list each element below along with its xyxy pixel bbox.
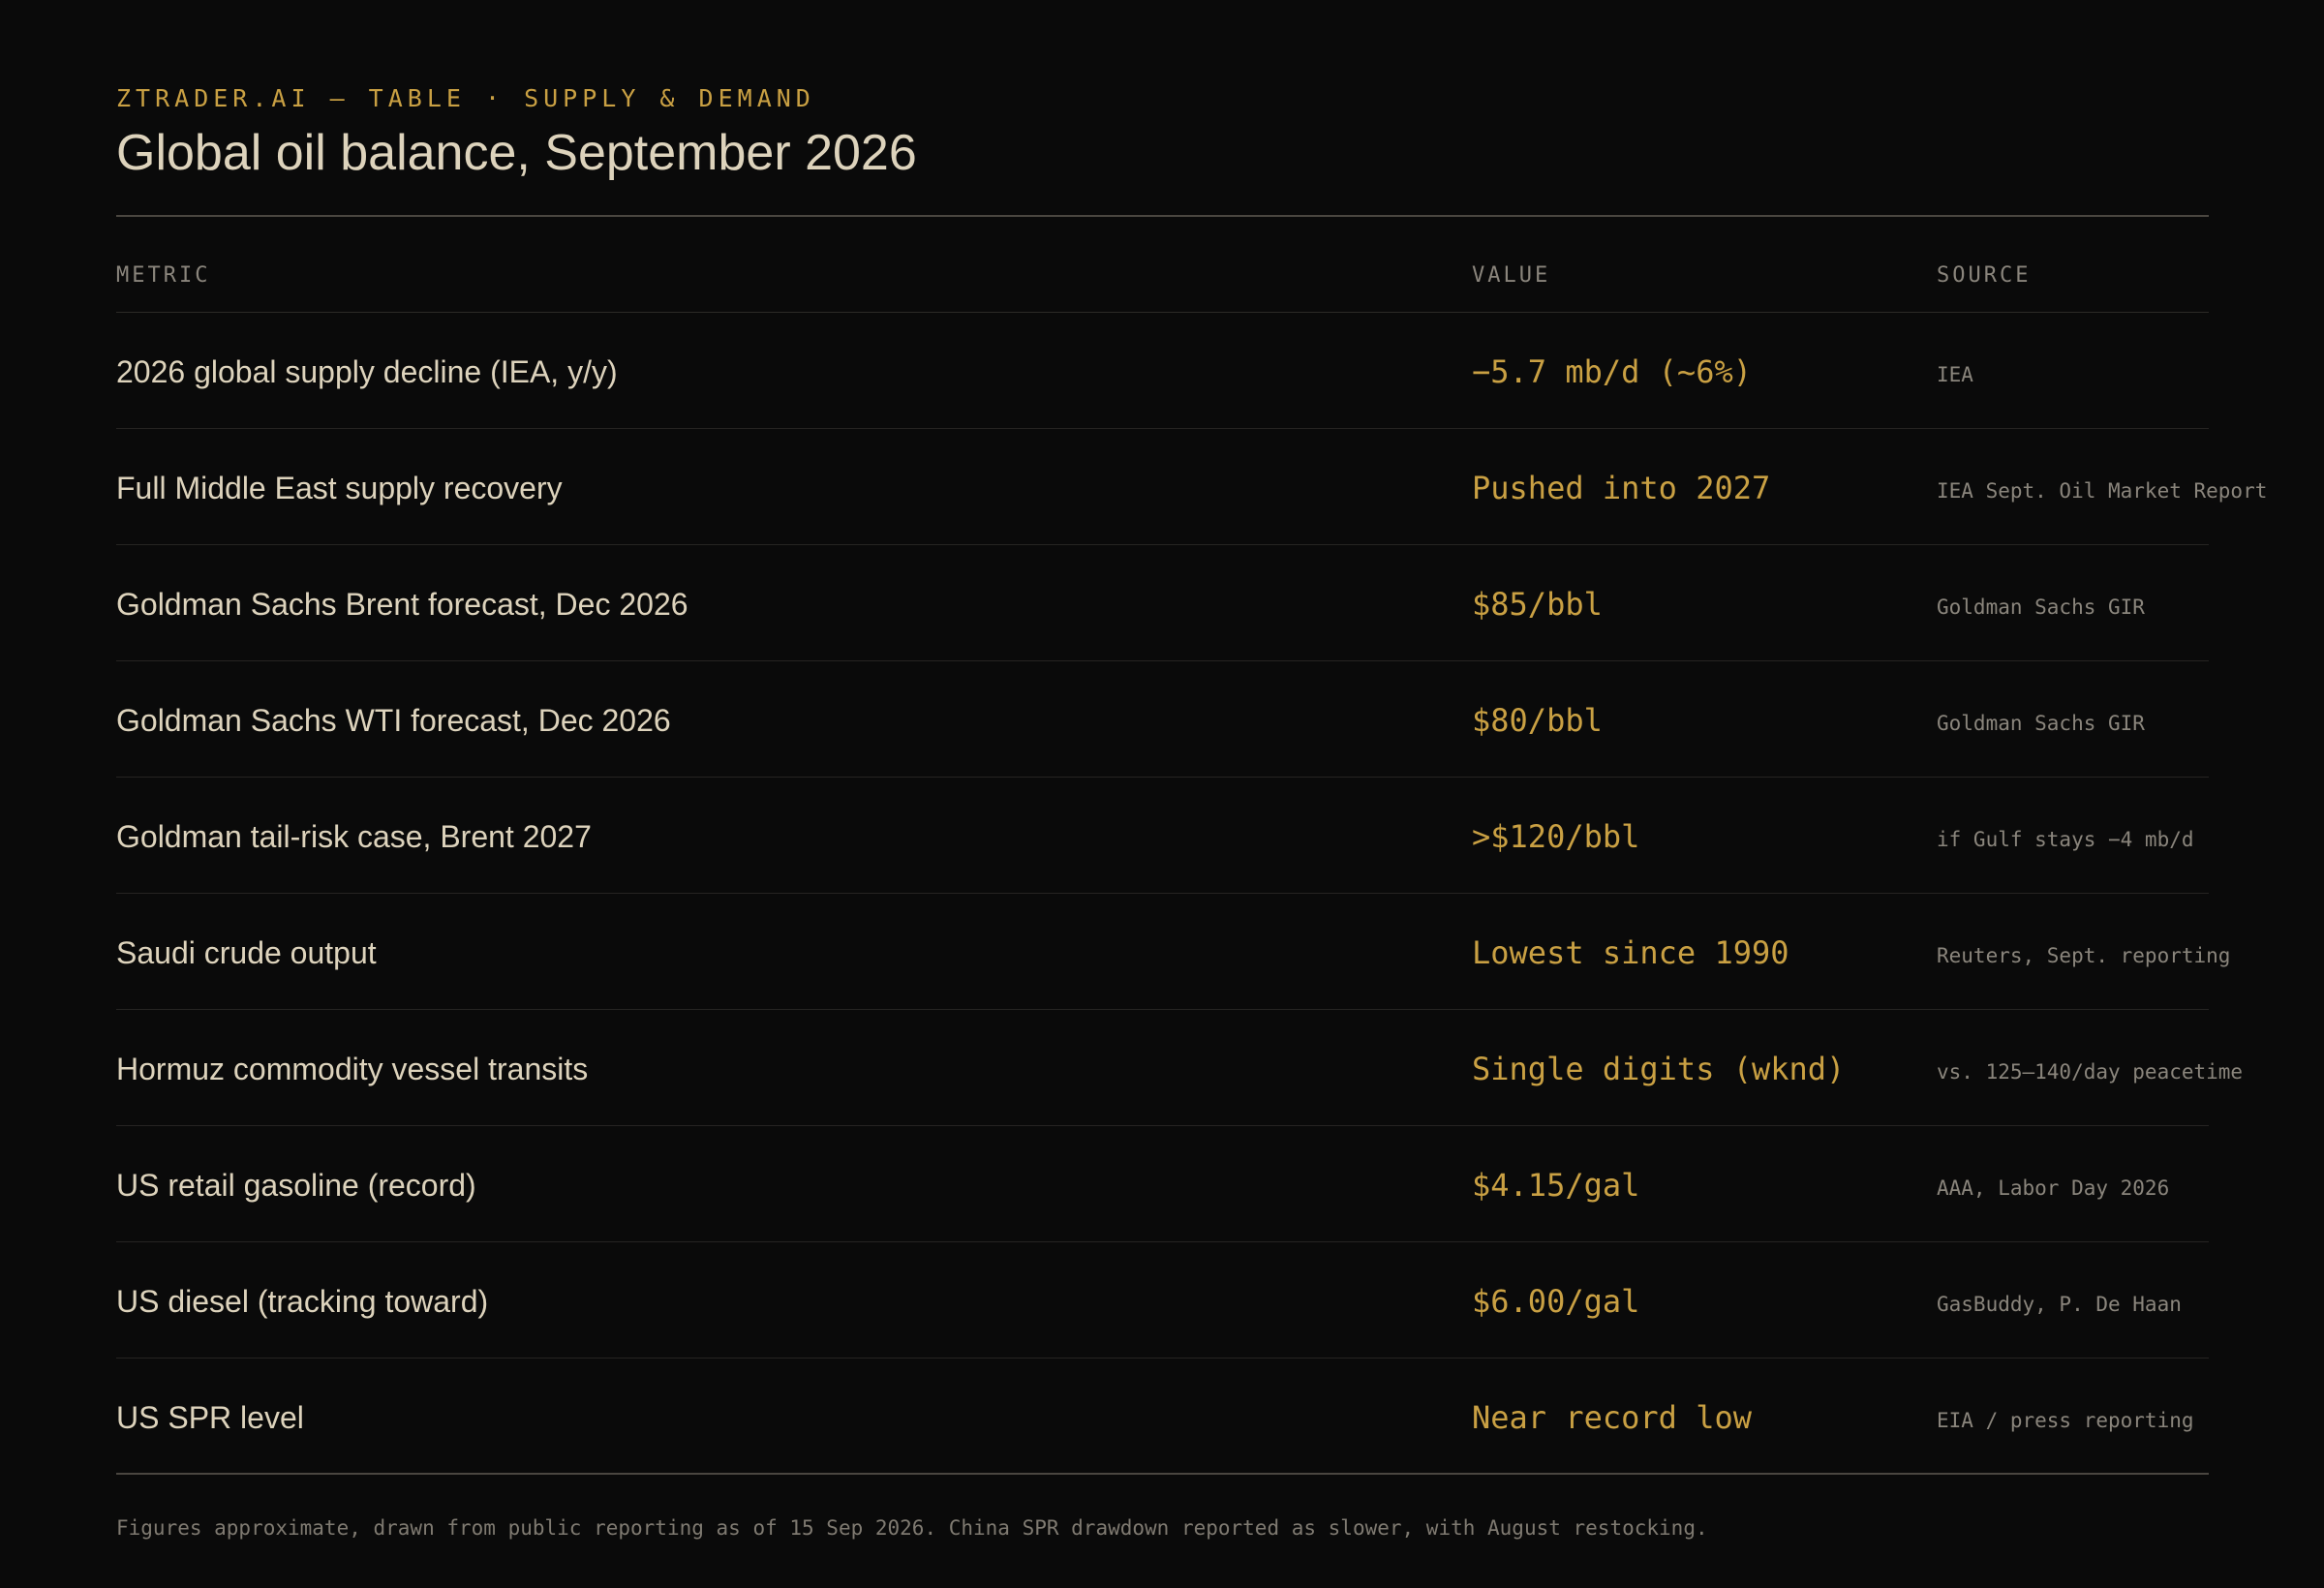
page-kicker: ZTRADER.AI — TABLE · SUPPLY & DEMAND — [116, 84, 815, 112]
table-row: Hormuz commodity vessel transits Single … — [116, 1010, 2243, 1126]
row-source: vs. 125–140/day peacetime — [1937, 1060, 2244, 1084]
row-source: AAA, Labor Day 2026 — [1937, 1176, 2170, 1200]
row-metric: US SPR level — [116, 1400, 304, 1435]
row-value: Pushed into 2027 — [1472, 470, 1771, 506]
table-row: 2026 global supply decline (IEA, y/y) −5… — [116, 313, 2209, 429]
row-value: $4.15/gal — [1472, 1167, 1640, 1204]
table-header: METRIC VALUE SOURCE — [116, 217, 2209, 313]
row-value: Near record low — [1472, 1399, 1752, 1436]
row-metric: Hormuz commodity vessel transits — [116, 1052, 589, 1086]
table-row: US retail gasoline (record) $4.15/gal AA… — [116, 1126, 2209, 1242]
table-row: Goldman Sachs Brent forecast, Dec 2026 $… — [116, 545, 2209, 661]
row-source: Goldman Sachs GIR — [1937, 596, 2145, 619]
column-header-value: VALUE — [1472, 263, 1551, 288]
table-body: 2026 global supply decline (IEA, y/y) −5… — [116, 313, 2267, 1475]
table-row: US SPR level Near record low EIA / press… — [116, 1359, 2209, 1475]
table-row: Goldman tail-risk case, Brent 2027 >$120… — [116, 778, 2209, 894]
row-value: $80/bbl — [1472, 702, 1603, 739]
table-row: Saudi crude output Lowest since 1990 Reu… — [116, 894, 2230, 1010]
column-header-metric: METRIC — [116, 263, 211, 288]
row-value: Lowest since 1990 — [1472, 934, 1789, 971]
row-metric: Saudi crude output — [116, 935, 377, 970]
row-metric: US retail gasoline (record) — [116, 1168, 476, 1203]
page-title: Global oil balance, September 2026 — [116, 125, 917, 181]
oil-balance-table-page: ZTRADER.AI — TABLE · SUPPLY & DEMAND Glo… — [116, 83, 2267, 1540]
row-source: GasBuddy, P. De Haan — [1937, 1293, 2182, 1316]
row-source: EIA / press reporting — [1937, 1409, 2194, 1432]
row-metric: Goldman Sachs Brent forecast, Dec 2026 — [116, 587, 688, 622]
row-value: >$120/bbl — [1472, 818, 1640, 855]
row-source: IEA — [1937, 363, 1973, 386]
row-source: Goldman Sachs GIR — [1937, 712, 2145, 735]
row-metric: Full Middle East supply recovery — [116, 471, 563, 505]
table-row: US diesel (tracking toward) $6.00/gal Ga… — [116, 1242, 2209, 1359]
row-source: if Gulf stays −4 mb/d — [1937, 828, 2194, 851]
row-value: −5.7 mb/d (~6%) — [1472, 353, 1752, 390]
table-row: Full Middle East supply recovery Pushed … — [116, 429, 2267, 545]
table-row: Goldman Sachs WTI forecast, Dec 2026 $80… — [116, 661, 2209, 778]
row-value: $6.00/gal — [1472, 1283, 1640, 1320]
row-source: Reuters, Sept. reporting — [1937, 944, 2231, 967]
row-metric: Goldman tail-risk case, Brent 2027 — [116, 819, 592, 854]
column-header-source: SOURCE — [1937, 263, 2032, 288]
row-value: Single digits (wknd) — [1472, 1051, 1846, 1087]
footnote: Figures approximate, drawn from public r… — [116, 1516, 1708, 1540]
row-source: IEA Sept. Oil Market Report — [1937, 479, 2268, 503]
row-metric: US diesel (tracking toward) — [116, 1284, 489, 1319]
row-metric: 2026 global supply decline (IEA, y/y) — [116, 354, 618, 389]
row-metric: Goldman Sachs WTI forecast, Dec 2026 — [116, 703, 671, 738]
row-value: $85/bbl — [1472, 586, 1603, 623]
